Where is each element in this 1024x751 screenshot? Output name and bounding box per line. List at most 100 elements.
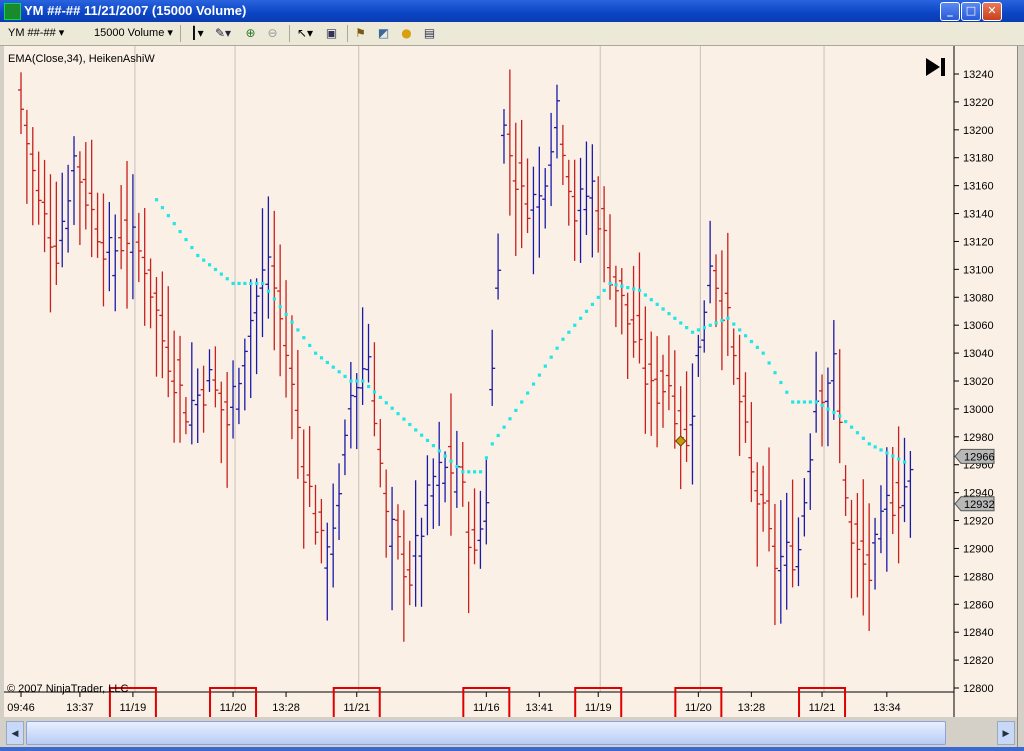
ohlc-bar xyxy=(500,109,507,164)
strategy-icon[interactable]: ◩ xyxy=(376,26,391,41)
ema-dot xyxy=(449,459,453,463)
ohlc-bar xyxy=(318,498,325,564)
x-tick-label: 11/16 xyxy=(473,702,500,714)
ema-dot xyxy=(543,364,547,368)
pencil-icon[interactable]: ✎▾ xyxy=(212,26,234,41)
ohlc-bar xyxy=(848,499,855,599)
ohlc-bar xyxy=(459,442,466,507)
data-box-icon[interactable]: ● xyxy=(399,26,414,41)
indicators-icon[interactable]: ⚑ xyxy=(353,26,368,41)
ema-dot xyxy=(425,438,430,443)
ema-dot xyxy=(154,198,159,202)
horizontal-scrollbar[interactable]: ◀ ▶ xyxy=(4,717,1017,747)
scroll-right-button[interactable]: ▶ xyxy=(997,721,1015,745)
ohlc-bar xyxy=(29,127,36,226)
ohlc-bar xyxy=(141,208,148,326)
ema-dot xyxy=(620,284,624,288)
ema-dot xyxy=(667,312,671,316)
ohlc-bar xyxy=(724,232,731,356)
ema-dot xyxy=(243,281,247,286)
ema-dot xyxy=(496,433,500,438)
interval-selector[interactable]: 15000 Volume ▾ xyxy=(94,25,173,42)
ohlc-bar xyxy=(730,328,737,385)
ohlc-bar xyxy=(524,158,531,234)
ema-dot xyxy=(714,321,718,325)
ema-dot xyxy=(296,328,300,332)
chart-panel[interactable]: 13240 13220 13200 13180 13160 13140 13120 13100… xyxy=(4,46,1017,722)
cursor-icon[interactable]: ↖▾ xyxy=(294,26,316,41)
ema-dot xyxy=(431,444,435,448)
price-bars xyxy=(18,69,914,642)
ohlc-bar xyxy=(200,365,207,433)
chevron-down-icon: ▾ xyxy=(167,27,173,39)
ema-dot xyxy=(602,288,606,292)
ohlc-bar xyxy=(601,186,608,283)
ohlc-bar xyxy=(483,459,490,545)
ema-dot xyxy=(755,345,759,349)
ohlc-bar xyxy=(771,503,778,626)
price-chart[interactable]: 13240 13220 13200 13180 13160 13140 13120 13100… xyxy=(4,46,1017,722)
ema-dot xyxy=(561,337,565,341)
ema-dot xyxy=(720,319,724,323)
bar-type-icon[interactable]: ┃▾ xyxy=(186,26,208,41)
ema-dot xyxy=(160,206,165,210)
ema-dot xyxy=(791,400,795,404)
scroll-left-button[interactable]: ◀ xyxy=(6,721,24,745)
y-tick-label: 13220 xyxy=(963,97,994,109)
ema-dot xyxy=(408,422,412,427)
skip-to-end-icon[interactable] xyxy=(926,58,945,76)
scrollbar-thumb[interactable] xyxy=(26,721,946,745)
zoom-out-icon[interactable]: ⊖ xyxy=(265,26,280,41)
ohlc-bar xyxy=(877,485,884,554)
ohlc-bar xyxy=(795,517,802,587)
ema-dot xyxy=(903,460,907,464)
ohlc-bar xyxy=(813,351,820,433)
ema-dot xyxy=(749,339,754,344)
minimize-button[interactable]: _ xyxy=(940,2,960,21)
ohlc-bar xyxy=(777,500,784,624)
maximize-button[interactable]: □ xyxy=(961,2,981,21)
ema-dot xyxy=(732,322,736,326)
ohlc-bar xyxy=(660,354,667,428)
ohlc-bar xyxy=(100,193,107,307)
ohlc-bar xyxy=(760,465,767,532)
data-series-icon[interactable]: ▤ xyxy=(422,26,437,41)
ohlc-bar xyxy=(300,429,307,549)
properties-icon[interactable]: ▣ xyxy=(324,26,339,41)
ohlc-bar xyxy=(147,258,154,329)
close-button[interactable]: ✕ xyxy=(982,2,1002,21)
ohlc-bar xyxy=(842,465,849,516)
ema-dot xyxy=(802,400,807,404)
ema-dot xyxy=(708,323,712,327)
ohlc-bar xyxy=(860,479,867,616)
instrument-selector[interactable]: YM ##-## ▾ xyxy=(8,25,64,42)
ema-dot xyxy=(655,302,659,306)
ema-dot xyxy=(331,365,335,369)
ohlc-bar xyxy=(71,136,78,226)
ema-dot xyxy=(502,425,506,429)
y-tick-label: 13020 xyxy=(963,376,994,388)
ema-dot xyxy=(785,390,789,394)
ohlc-bar xyxy=(347,361,354,449)
ema-dot xyxy=(302,336,306,340)
ema-dot xyxy=(178,229,182,234)
ema-dot xyxy=(278,305,282,309)
ohlc-bar xyxy=(612,265,619,328)
ohlc-bar xyxy=(442,451,449,503)
ema-dot xyxy=(738,328,742,332)
ohlc-bar xyxy=(177,335,184,443)
ema-dot xyxy=(361,379,365,383)
ohlc-bar xyxy=(895,426,902,564)
ohlc-bar xyxy=(377,419,384,488)
ohlc-bar xyxy=(65,164,72,253)
ohlc-bar xyxy=(259,208,266,338)
ema-dot xyxy=(207,263,212,267)
ema-dot xyxy=(632,287,636,291)
ema-dot xyxy=(596,295,600,299)
ema-dot xyxy=(514,408,518,413)
ohlc-bar xyxy=(707,220,714,304)
ema-dot xyxy=(484,456,489,460)
ohlc-bar xyxy=(312,484,319,545)
zoom-in-icon[interactable]: ⊕ xyxy=(243,26,258,41)
ema-dot xyxy=(690,330,695,334)
